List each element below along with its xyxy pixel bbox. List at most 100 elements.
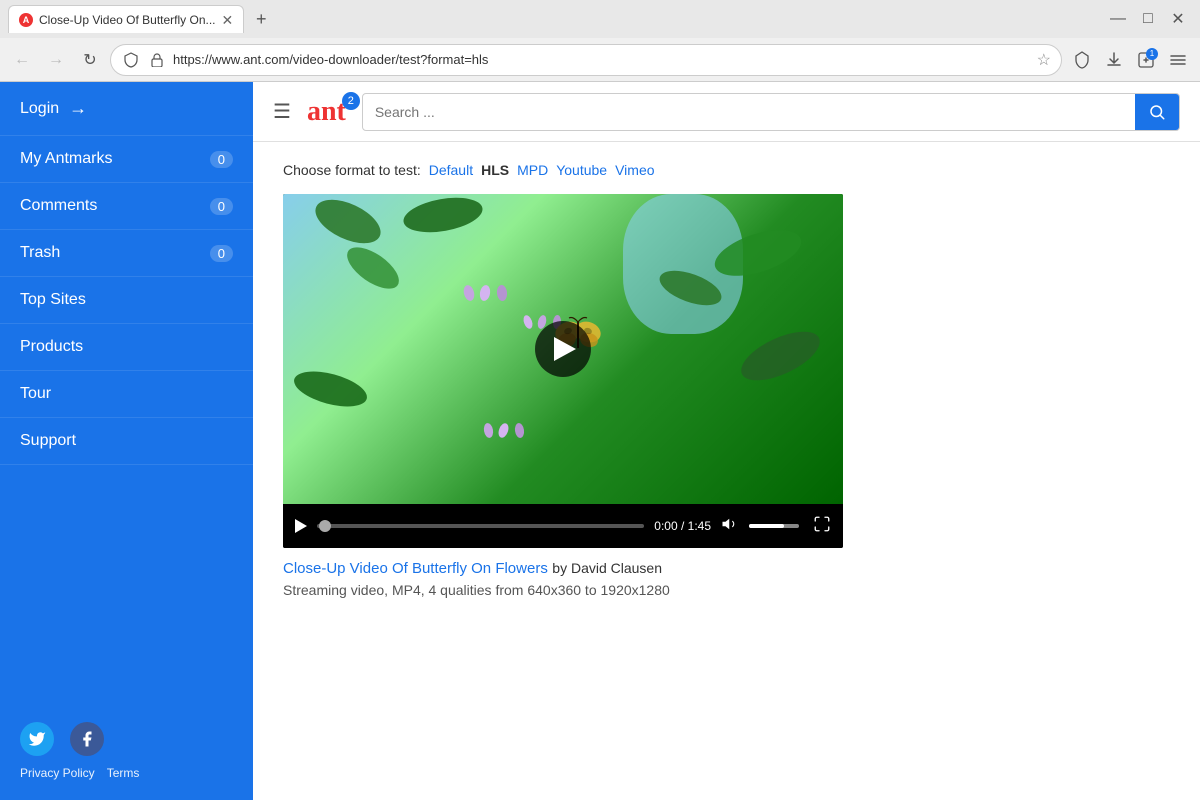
leaf-decoration xyxy=(309,194,387,252)
forward-button[interactable]: → xyxy=(42,46,70,74)
privacy-policy-link[interactable]: Privacy Policy xyxy=(20,766,95,780)
time-display: 0:00 / 1:45 xyxy=(654,519,711,533)
leaf-decoration xyxy=(290,365,370,413)
volume-bar[interactable] xyxy=(749,524,799,528)
sidebar: Login → My Antmarks 0 Comments 0 Trash 0… xyxy=(0,82,253,800)
search-input[interactable] xyxy=(363,104,1135,120)
search-container xyxy=(362,93,1180,131)
hamburger-button[interactable]: ☰ xyxy=(273,99,291,124)
extensions-button[interactable]: 1 xyxy=(1132,46,1160,74)
sidebar-item-products-label: Products xyxy=(20,338,83,356)
sidebar-item-top-sites[interactable]: Top Sites xyxy=(0,277,253,324)
menu-button[interactable] xyxy=(1164,46,1192,74)
sidebar-item-antmarks-count: 0 xyxy=(210,151,233,168)
format-mpd-link[interactable]: MPD xyxy=(517,162,548,178)
video-controls: 0:00 / 1:45 xyxy=(283,504,843,548)
close-button[interactable]: ✕ xyxy=(1164,8,1192,30)
app-layout: Login → My Antmarks 0 Comments 0 Trash 0… xyxy=(0,82,1200,800)
login-label: Login xyxy=(20,100,59,118)
shield-icon xyxy=(121,50,141,70)
logo-badge: 2 xyxy=(342,92,360,110)
search-button[interactable] xyxy=(1135,93,1179,131)
sidebar-item-tour[interactable]: Tour xyxy=(0,371,253,418)
video-author: by David Clausen xyxy=(552,560,662,576)
new-tab-button[interactable]: + xyxy=(248,6,274,32)
sidebar-item-comments-count: 0 xyxy=(210,198,233,215)
logo-text: ant xyxy=(307,96,346,128)
video-player: 0:00 / 1:45 xyxy=(283,194,843,548)
sidebar-item-trash-label: Trash xyxy=(20,244,60,262)
logo-container: ant 2 xyxy=(307,96,346,128)
progress-dot xyxy=(319,520,331,532)
browser-tab[interactable]: A Close-Up Video Of Butterfly On... ✕ xyxy=(8,5,244,33)
firefox-shield-button[interactable] xyxy=(1068,46,1096,74)
fullscreen-button[interactable] xyxy=(813,515,831,538)
content-area: Choose format to test: Default HLS MPD Y… xyxy=(253,142,1200,618)
footer-links: Privacy Policy Terms xyxy=(20,766,233,780)
progress-bar[interactable] xyxy=(317,524,644,528)
format-default-link[interactable]: Default xyxy=(429,162,473,178)
twitter-icon[interactable] xyxy=(20,722,54,756)
format-vimeo-link[interactable]: Vimeo xyxy=(615,162,654,178)
sidebar-nav: My Antmarks 0 Comments 0 Trash 0 Top Sit… xyxy=(0,136,253,702)
play-button-overlay[interactable] xyxy=(535,321,591,377)
facebook-icon[interactable] xyxy=(70,722,104,756)
sidebar-item-antmarks-label: My Antmarks xyxy=(20,150,112,168)
nav-bar: ← → ↻ https://www.ant.com/video-download… xyxy=(0,38,1200,82)
tab-favicon: A xyxy=(19,13,33,27)
back-button[interactable]: ← xyxy=(8,46,36,74)
reload-button[interactable]: ↻ xyxy=(76,46,104,74)
play-icon xyxy=(295,519,307,533)
sidebar-footer: Privacy Policy Terms xyxy=(0,702,253,800)
leaf-decoration xyxy=(401,194,485,238)
sidebar-item-comments[interactable]: Comments 0 xyxy=(0,183,253,230)
url-text: https://www.ant.com/video-downloader/tes… xyxy=(173,52,1031,67)
format-hls-text: HLS xyxy=(481,162,509,178)
social-icons xyxy=(20,722,233,756)
format-youtube-link[interactable]: Youtube xyxy=(556,162,607,178)
leaf-decoration xyxy=(734,322,826,391)
bookmark-star-icon[interactable]: ☆ xyxy=(1037,50,1051,70)
sidebar-item-comments-label: Comments xyxy=(20,197,97,215)
video-title-link[interactable]: Close-Up Video Of Butterfly On Flowers xyxy=(283,560,548,577)
login-item[interactable]: Login → xyxy=(0,82,253,136)
flower-cluster xyxy=(483,422,525,444)
sidebar-item-products[interactable]: Products xyxy=(0,324,253,371)
video-title-line: Close-Up Video Of Butterfly On Flowers b… xyxy=(283,560,1170,578)
leaf-decoration xyxy=(340,239,405,296)
sidebar-item-support-label: Support xyxy=(20,432,76,450)
sidebar-item-trash-count: 0 xyxy=(210,245,233,262)
sidebar-item-top-sites-label: Top Sites xyxy=(20,291,86,309)
address-bar[interactable]: https://www.ant.com/video-downloader/tes… xyxy=(110,44,1062,76)
video-description: Streaming video, MP4, 4 qualities from 6… xyxy=(283,582,1170,598)
sidebar-item-antmarks[interactable]: My Antmarks 0 xyxy=(0,136,253,183)
sidebar-item-trash[interactable]: Trash 0 xyxy=(0,230,253,277)
tab-close-button[interactable]: ✕ xyxy=(222,13,234,27)
search-icon xyxy=(1148,103,1166,121)
sidebar-item-tour-label: Tour xyxy=(20,385,51,403)
video-info: Close-Up Video Of Butterfly On Flowers b… xyxy=(283,560,1170,598)
login-icon: → xyxy=(69,98,87,119)
maximize-button[interactable]: □ xyxy=(1134,8,1162,30)
play-pause-button[interactable] xyxy=(295,519,307,533)
minimize-button[interactable]: — xyxy=(1104,8,1132,30)
play-triangle-icon xyxy=(554,337,576,361)
video-thumbnail xyxy=(283,194,843,504)
title-bar: A Close-Up Video Of Butterfly On... ✕ + … xyxy=(0,0,1200,38)
app-header: ☰ ant 2 xyxy=(253,82,1200,142)
sidebar-item-support[interactable]: Support xyxy=(0,418,253,465)
lock-icon xyxy=(147,50,167,70)
browser-chrome: A Close-Up Video Of Butterfly On... ✕ + … xyxy=(0,0,1200,82)
window-controls: — □ ✕ xyxy=(1104,8,1192,30)
volume-fill xyxy=(749,524,784,528)
flower-cluster xyxy=(463,284,508,307)
format-label: Choose format to test: xyxy=(283,162,421,178)
nav-actions: 1 xyxy=(1068,46,1192,74)
tab-title: Close-Up Video Of Butterfly On... xyxy=(39,13,216,27)
downloads-button[interactable] xyxy=(1100,46,1128,74)
main-content: ☰ ant 2 Choose format to test: Default H… xyxy=(253,82,1200,800)
terms-link[interactable]: Terms xyxy=(107,766,140,780)
format-bar: Choose format to test: Default HLS MPD Y… xyxy=(283,162,1170,178)
extensions-badge: 1 xyxy=(1146,48,1158,60)
volume-button[interactable] xyxy=(721,515,739,538)
